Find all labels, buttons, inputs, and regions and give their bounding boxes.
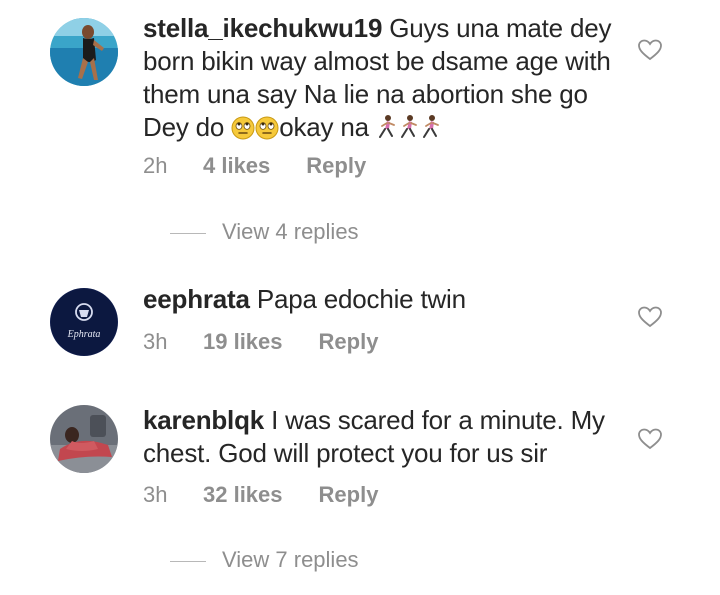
comment-likes[interactable]: 32 likes (203, 482, 283, 508)
view-replies-label: View 4 replies (222, 219, 359, 244)
comment-username[interactable]: eephrata (143, 284, 250, 314)
avatar-logo-text: Ephrata (67, 329, 101, 340)
comments-page: stella_ikechukwu19 Guys una mate dey bor… (0, 0, 720, 595)
view-replies-label: View 7 replies (222, 547, 359, 572)
comment-username[interactable]: stella_ikechukwu19 (143, 13, 382, 43)
woman-running-emoji-icon (420, 114, 442, 148)
comment-likes[interactable]: 4 likes (203, 153, 270, 179)
view-replies-button[interactable]: View 4 replies (170, 219, 359, 245)
comment-time: 3h (143, 329, 168, 354)
reply-button[interactable]: Reply (319, 329, 379, 355)
comment-body: karenblqk I was scared for a minute. My … (143, 404, 633, 470)
like-heart-icon[interactable] (637, 427, 663, 451)
avatar-photo (50, 405, 118, 473)
replies-line (170, 560, 206, 562)
comment-meta: 3h 32 likes Reply (143, 482, 378, 508)
comment-meta: 2h 4 likes Reply (143, 153, 366, 179)
comment-likes[interactable]: 19 likes (203, 329, 283, 355)
avatar-logo: Ephrata (50, 288, 118, 356)
comment-username[interactable]: karenblqk (143, 405, 264, 435)
view-replies-button[interactable]: View 7 replies (170, 547, 359, 573)
rolling-eyes-emoji-icon (255, 115, 279, 148)
avatar[interactable]: Ephrata (50, 288, 118, 356)
reply-button[interactable]: Reply (306, 153, 366, 179)
rolling-eyes-emoji-icon (231, 115, 255, 148)
comment-body: eephrata Papa edochie twin (143, 283, 633, 316)
replies-line (170, 232, 206, 234)
avatar-photo (50, 18, 118, 86)
like-heart-icon[interactable] (637, 305, 663, 329)
comment-text: Papa edochie twin (256, 284, 466, 314)
reply-button[interactable]: Reply (319, 482, 379, 508)
avatar[interactable] (50, 18, 118, 86)
like-heart-icon[interactable] (637, 38, 663, 62)
comment-text-end: okay na (279, 112, 376, 142)
comment-meta: 3h 19 likes Reply (143, 329, 378, 355)
avatar[interactable] (50, 405, 118, 473)
comment-time: 2h (143, 153, 168, 178)
comment-time: 3h (143, 482, 168, 507)
woman-running-emoji-icon (376, 114, 398, 148)
comment-body: stella_ikechukwu19 Guys una mate dey bor… (143, 12, 633, 148)
woman-running-emoji-icon (398, 114, 420, 148)
